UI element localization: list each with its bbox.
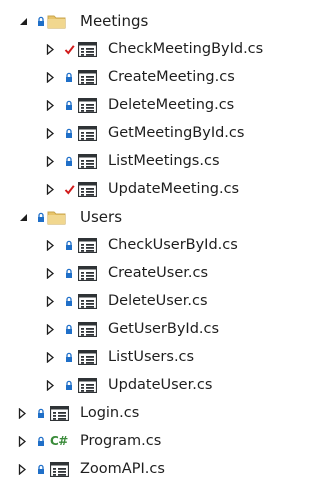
lock-icon bbox=[63, 371, 75, 399]
file-row[interactable]: CheckUserById.cs bbox=[0, 231, 284, 259]
collapsed-arrow-icon[interactable] bbox=[43, 63, 57, 91]
folder-name: Users bbox=[80, 208, 123, 226]
collapsed-arrow-icon[interactable] bbox=[43, 175, 57, 203]
file-name: CheckUserById.cs bbox=[108, 237, 238, 253]
csharp-file-icon: C# bbox=[50, 427, 68, 455]
file-row[interactable]: CreateUser.cs bbox=[0, 259, 284, 287]
lock-icon bbox=[35, 427, 47, 455]
folder-icon bbox=[47, 203, 67, 231]
file-name: UpdateUser.cs bbox=[108, 377, 213, 393]
class-file-icon bbox=[78, 35, 97, 63]
class-file-icon bbox=[78, 91, 97, 119]
lock-icon bbox=[63, 63, 75, 91]
file-row[interactable]: GetUserById.cs bbox=[0, 315, 284, 343]
file-row[interactable]: ListMeetings.cs bbox=[0, 147, 284, 175]
class-file-icon bbox=[78, 119, 97, 147]
expanded-arrow-icon[interactable] bbox=[16, 7, 30, 35]
collapsed-arrow-icon[interactable] bbox=[43, 287, 57, 315]
file-name: DeleteMeeting.cs bbox=[108, 97, 235, 113]
collapsed-arrow-icon[interactable] bbox=[43, 343, 57, 371]
lock-icon bbox=[63, 259, 75, 287]
class-file-icon bbox=[78, 63, 97, 91]
file-name: Program.cs bbox=[80, 433, 162, 449]
file-name: ListUsers.cs bbox=[108, 349, 195, 365]
file-row[interactable]: DeleteMeeting.cs bbox=[0, 91, 284, 119]
collapsed-arrow-icon[interactable] bbox=[43, 147, 57, 175]
collapsed-arrow-icon[interactable] bbox=[43, 35, 57, 63]
file-row[interactable]: CreateMeeting.cs bbox=[0, 63, 284, 91]
lock-icon bbox=[35, 399, 47, 427]
csharp-glyph: C# bbox=[50, 434, 68, 448]
lock-icon bbox=[35, 203, 47, 231]
collapsed-arrow-icon[interactable] bbox=[15, 427, 29, 455]
checked-out-icon bbox=[63, 35, 75, 63]
lock-icon bbox=[63, 343, 75, 371]
collapsed-arrow-icon[interactable] bbox=[43, 371, 57, 399]
file-name: ZoomAPI.cs bbox=[80, 461, 165, 477]
file-name: ListMeetings.cs bbox=[108, 153, 220, 169]
class-file-icon bbox=[78, 175, 97, 203]
collapsed-arrow-icon[interactable] bbox=[43, 119, 57, 147]
file-name: GetMeetingById.cs bbox=[108, 125, 245, 141]
file-row[interactable]: DeleteUser.cs bbox=[0, 287, 284, 315]
class-file-icon bbox=[78, 147, 97, 175]
collapsed-arrow-icon[interactable] bbox=[43, 259, 57, 287]
solution-explorer-tree: Meetings CheckMeetingById.cs CreateMeeting… bbox=[0, 0, 284, 477]
collapsed-arrow-icon[interactable] bbox=[43, 91, 57, 119]
file-row[interactable]: UpdateMeeting.cs bbox=[0, 175, 284, 203]
class-file-icon bbox=[50, 455, 69, 483]
folder-row[interactable]: Meetings bbox=[0, 7, 284, 35]
class-file-icon bbox=[50, 399, 69, 427]
class-file-icon bbox=[78, 315, 97, 343]
file-row[interactable]: C# Program.cs bbox=[0, 427, 284, 455]
file-name: UpdateMeeting.cs bbox=[108, 181, 240, 197]
expanded-arrow-icon[interactable] bbox=[16, 203, 30, 231]
file-name: GetUserById.cs bbox=[108, 321, 220, 337]
file-row[interactable]: UpdateUser.cs bbox=[0, 371, 284, 399]
class-file-icon bbox=[78, 231, 97, 259]
collapsed-arrow-icon[interactable] bbox=[15, 399, 29, 427]
class-file-icon bbox=[78, 371, 97, 399]
class-file-icon bbox=[78, 343, 97, 371]
lock-icon bbox=[63, 315, 75, 343]
lock-icon bbox=[63, 91, 75, 119]
class-file-icon bbox=[78, 259, 97, 287]
collapsed-arrow-icon[interactable] bbox=[43, 315, 57, 343]
collapsed-arrow-icon[interactable] bbox=[43, 231, 57, 259]
lock-icon bbox=[35, 7, 47, 35]
file-name: CreateUser.cs bbox=[108, 265, 209, 281]
folder-name: Meetings bbox=[80, 12, 149, 30]
checked-out-icon bbox=[63, 175, 75, 203]
file-name: CheckMeetingById.cs bbox=[108, 41, 264, 57]
file-name: CreateMeeting.cs bbox=[108, 69, 235, 85]
file-row[interactable]: Login.cs bbox=[0, 399, 284, 427]
file-row[interactable]: ListUsers.cs bbox=[0, 343, 284, 371]
folder-icon bbox=[47, 7, 67, 35]
class-file-icon bbox=[78, 287, 97, 315]
lock-icon bbox=[63, 119, 75, 147]
lock-icon bbox=[63, 287, 75, 315]
folder-row[interactable]: Users bbox=[0, 203, 284, 231]
collapsed-arrow-icon[interactable] bbox=[15, 455, 29, 483]
file-row[interactable]: CheckMeetingById.cs bbox=[0, 35, 284, 63]
lock-icon bbox=[35, 455, 47, 483]
file-name: Login.cs bbox=[80, 405, 140, 421]
lock-icon bbox=[63, 231, 75, 259]
lock-icon bbox=[63, 147, 75, 175]
file-row[interactable]: ZoomAPI.cs bbox=[0, 455, 284, 483]
file-name: DeleteUser.cs bbox=[108, 293, 208, 309]
file-row[interactable]: GetMeetingById.cs bbox=[0, 119, 284, 147]
